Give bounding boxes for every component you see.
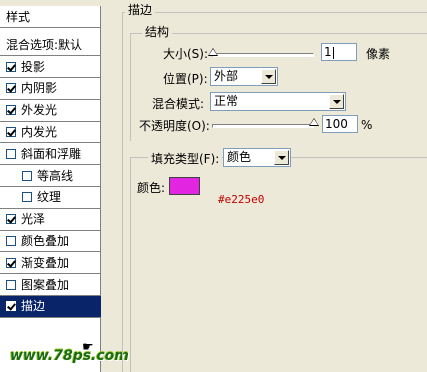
style-item-label: 图案叠加 bbox=[21, 277, 70, 292]
style-checkbox[interactable] bbox=[6, 301, 16, 312]
blend-mode-value: 正常 bbox=[214, 94, 239, 108]
style-item-label: 斜面和浮雕 bbox=[21, 146, 82, 161]
style-item[interactable]: 颜色叠加 bbox=[0, 230, 101, 253]
fill-type-select[interactable]: 颜色 bbox=[223, 148, 291, 167]
size-label: 大小(S): bbox=[163, 46, 209, 61]
blend-mode-label: 混合模式: bbox=[152, 96, 205, 111]
style-item-label: 描边 bbox=[21, 299, 46, 314]
style-checkbox[interactable] bbox=[6, 214, 16, 225]
style-checkbox[interactable] bbox=[6, 83, 16, 94]
style-checkbox[interactable] bbox=[22, 192, 32, 203]
style-item-label: 等高线 bbox=[37, 168, 74, 183]
blend-mode-select[interactable]: 正常 bbox=[210, 92, 346, 111]
size-slider-thumb[interactable] bbox=[208, 48, 219, 56]
styles-header-label: 样式 bbox=[6, 9, 31, 24]
watermark-text: www.78ps.com bbox=[10, 348, 129, 364]
size-unit: 像素 bbox=[366, 46, 391, 61]
style-checkbox[interactable] bbox=[6, 257, 16, 268]
fill-type-value: 颜色 bbox=[227, 150, 252, 164]
styles-header[interactable]: 样式 bbox=[0, 6, 101, 28]
size-input[interactable]: 1 bbox=[321, 43, 357, 61]
text-caret bbox=[332, 46, 334, 59]
style-list: 样式 混合选项:默认 投影内阴影外发光内发光斜面和浮雕等高线纹理光泽颜色叠加渐变… bbox=[0, 6, 101, 372]
structure-group-title: 结构 bbox=[142, 25, 173, 39]
chevron-down-icon[interactable] bbox=[274, 150, 289, 165]
style-panel: 样式 混合选项:默认 投影内阴影外发光内发光斜面和浮雕等高线纹理光泽颜色叠加渐变… bbox=[0, 0, 129, 372]
chevron-down-icon[interactable] bbox=[329, 94, 344, 109]
style-checkbox[interactable] bbox=[6, 126, 16, 137]
color-swatch[interactable] bbox=[169, 177, 200, 195]
blend-options-label: 混合选项:默认 bbox=[6, 37, 83, 52]
style-checkbox[interactable] bbox=[6, 279, 16, 290]
opacity-value: 100 bbox=[325, 117, 348, 131]
style-item-label: 颜色叠加 bbox=[21, 233, 70, 248]
style-item[interactable]: 投影 bbox=[0, 56, 101, 78]
style-item[interactable]: 描边 bbox=[0, 295, 101, 318]
style-item-label: 投影 bbox=[21, 59, 46, 74]
stroke-settings-pane: 描边 结构 大小(S): 1 像素 位置(P): 外部 混合模式: 正常 不透明… bbox=[118, 0, 427, 372]
opacity-slider-thumb[interactable] bbox=[309, 118, 319, 126]
watermark-logo: www.78ps.com ☛ bbox=[4, 340, 129, 368]
style-item-label: 纹理 bbox=[37, 190, 62, 205]
style-item-label: 内发光 bbox=[21, 124, 58, 139]
style-item[interactable]: 等高线 bbox=[0, 165, 101, 187]
size-value: 1 bbox=[324, 45, 332, 59]
style-item-label: 外发光 bbox=[21, 103, 58, 118]
style-item-label: 渐变叠加 bbox=[21, 255, 70, 270]
opacity-slider-track[interactable] bbox=[212, 124, 314, 128]
fill-type-label: 填充类型(F): bbox=[148, 150, 223, 166]
color-label: 颜色: bbox=[137, 180, 166, 195]
style-item[interactable]: 渐变叠加 bbox=[0, 252, 101, 275]
style-item[interactable]: 纹理 bbox=[0, 187, 101, 209]
style-item-label: 内阴影 bbox=[21, 81, 58, 96]
opacity-input[interactable]: 100 bbox=[322, 115, 358, 133]
chevron-down-icon[interactable] bbox=[261, 69, 276, 84]
style-checkbox[interactable] bbox=[6, 105, 16, 116]
style-item-label: 光泽 bbox=[21, 212, 46, 227]
style-item[interactable]: 内阴影 bbox=[0, 78, 101, 100]
position-select[interactable]: 外部 bbox=[210, 67, 278, 86]
style-item[interactable]: 斜面和浮雕 bbox=[0, 143, 101, 166]
style-item[interactable]: 外发光 bbox=[0, 100, 101, 122]
style-item[interactable]: 光泽 bbox=[0, 209, 101, 231]
blend-options-item[interactable]: 混合选项:默认 bbox=[0, 34, 101, 56]
position-value: 外部 bbox=[214, 69, 239, 83]
style-checkbox[interactable] bbox=[6, 235, 16, 246]
style-item[interactable]: 图案叠加 bbox=[0, 274, 101, 296]
opacity-label: 不透明度(O): bbox=[139, 118, 210, 133]
color-hex-annotation: #e225e0 bbox=[218, 193, 265, 206]
position-label: 位置(P): bbox=[163, 71, 208, 86]
size-slider-track[interactable] bbox=[212, 53, 314, 57]
style-item[interactable]: 内发光 bbox=[0, 121, 101, 144]
style-checkbox[interactable] bbox=[22, 170, 32, 181]
pointer-hand-icon: ☛ bbox=[82, 340, 94, 355]
style-checkbox[interactable] bbox=[6, 148, 16, 159]
stroke-group-title: 描边 bbox=[125, 3, 156, 17]
style-checkbox[interactable] bbox=[6, 61, 16, 72]
opacity-unit: % bbox=[361, 118, 373, 132]
